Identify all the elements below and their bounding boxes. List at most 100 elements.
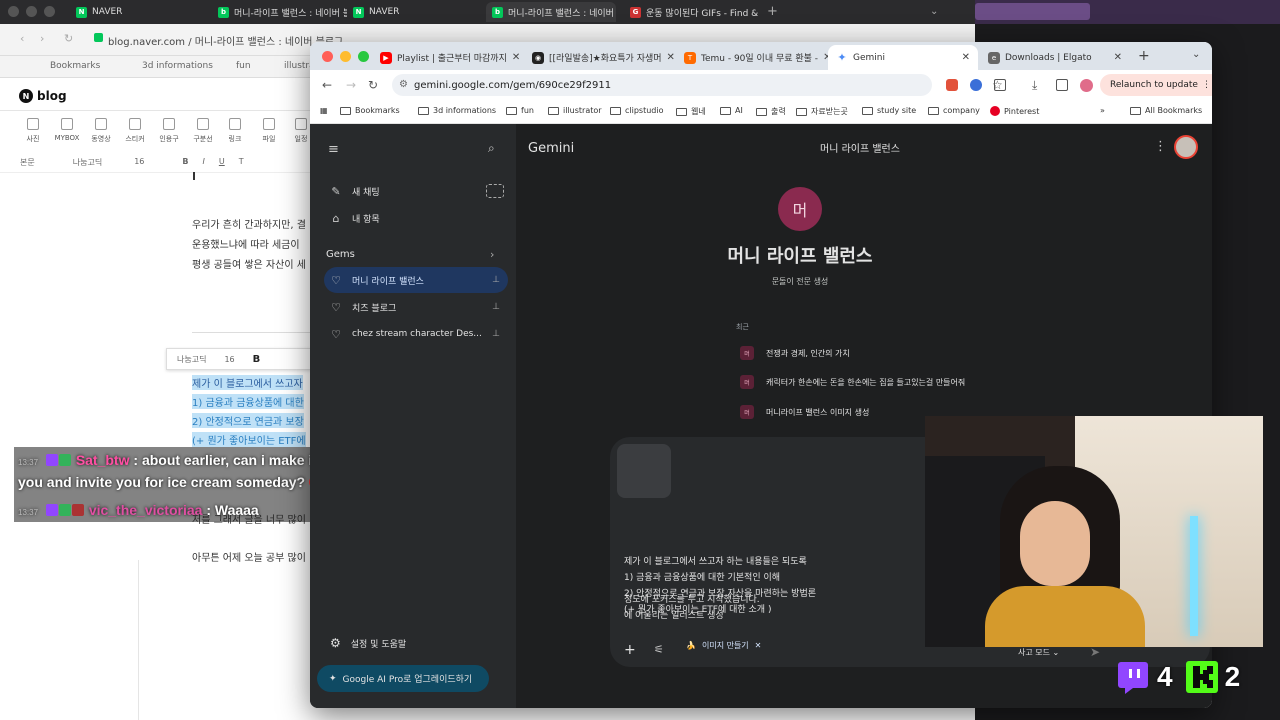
all-bookmarks[interactable]: All Bookmarks [1130,106,1202,115]
new-tab-button[interactable]: + [1138,48,1150,64]
prompt-text-line[interactable]: 제가 이 블로그에서 쓰고자 하는 내용들은 되도록 [624,554,807,567]
pin-icon[interactable]: ⊥ [492,275,500,285]
download-icon[interactable]: ⤓ [1032,78,1037,93]
bg-tab-4[interactable]: b머니-라이프 밸런스 : 네이버 블로 [486,2,616,22]
minimize-window-icon[interactable] [340,51,351,62]
close-tab-icon[interactable]: ✕ [962,52,970,63]
selected-line[interactable]: 제가 이 블로그에서 쓰고자 [192,375,303,390]
tool-mybox[interactable]: MYBOX [50,118,84,142]
more-bookmarks-icon[interactable]: » [1100,106,1105,115]
bookmark-item[interactable]: AI [720,106,743,115]
style-select[interactable]: 본문 [20,157,35,168]
bg-url[interactable]: blog.naver.com / 머니-라이프 밸런스 : 네이버 블로그 [108,33,343,48]
search-icon[interactable]: ⌕ [488,141,495,156]
close-chip-icon[interactable]: ✕ [755,641,762,650]
recent-chat-item[interactable]: 머 캐릭터가 한손에는 돈을 한손에는 집을 들고있는걸 만들어줘 [740,375,965,389]
forward-icon[interactable]: › [40,32,44,45]
chevron-right-icon[interactable]: › [490,248,494,261]
blog-paragraph-line[interactable]: 평생 공들여 쌓은 자산이 세 [192,256,306,271]
bookmark-item[interactable]: 웹네 [676,106,706,117]
font-select[interactable]: 나눔고딕 [73,157,102,168]
extension-icon[interactable] [970,79,982,91]
create-image-chip[interactable]: 🍌 이미지 만들기 ✕ [686,640,761,651]
extensions-puzzle-icon[interactable] [994,79,1006,91]
close-tab-icon[interactable]: ✕ [512,52,520,63]
bookmark-item[interactable]: clipstudio [610,106,664,115]
prompt-text-line[interactable]: 에 어울리는 일러스트 생성 [624,608,724,621]
pin-icon[interactable]: ⊥ [492,302,500,312]
tab-search-chevron-icon[interactable]: ⌄ [1192,49,1200,60]
tool-video[interactable]: 동영상 [84,118,118,144]
pin-icon[interactable]: ⊥ [492,329,500,339]
profile-avatar[interactable] [1080,79,1093,92]
gem-item-chez-stream[interactable]: ♡ chez stream character Des... ⊥ [324,321,508,347]
tool-link[interactable]: 링크 [218,118,252,144]
reload-icon[interactable]: ↻ [64,32,73,45]
back-icon[interactable]: ← [322,78,332,92]
settings-and-help[interactable]: ⚙ 설정 및 도움말 [330,636,406,650]
prompt-text-line[interactable]: 정도에 포커스를 두고 시작했습니다. [624,592,760,605]
size-select[interactable]: 16 [134,157,144,168]
close-tab-icon[interactable]: ✕ [1114,52,1122,63]
bg-bookmark[interactable]: 3d informations [142,61,213,71]
account-avatar[interactable] [1174,135,1198,159]
apps-grid-icon[interactable]: ▦ [320,106,328,115]
side-panel-icon[interactable] [1056,79,1068,91]
bg-tab-1[interactable]: N NAVER [70,2,210,22]
gem-item-money-life-balance[interactable]: ♡ 머니 라이프 밸런스 ⊥ [324,267,508,293]
tools-icon[interactable]: ⚟ [654,643,664,656]
bookmark-item[interactable]: 자료받는곳 [796,106,848,117]
bookmark-item[interactable]: 출력 [756,106,786,117]
address-bar[interactable]: ⚙ gemini.google.com/gem/690ce29f2911 ☆ [392,74,1003,96]
bookmark-item[interactable]: Pinterest [990,106,1039,116]
relaunch-to-update-button[interactable]: Relaunch to update ⋮ [1100,74,1212,96]
forward-icon[interactable]: → [346,78,356,92]
gem-item-cheese-blog[interactable]: ♡ 치즈 블로그 ⊥ [324,294,508,320]
site-settings-icon[interactable]: ⚙ [399,79,408,90]
prompt-text-line[interactable]: 1) 금융과 금융상품에 대한 기본적인 이해 [624,570,780,583]
bg-new-tab-button[interactable]: + [767,4,778,19]
gemini-logo-title[interactable]: Gemini [528,141,574,156]
extension-icon[interactable] [946,79,958,91]
bg-tab-3[interactable]: N NAVER [347,2,467,22]
blog-paragraph-line[interactable]: 우리가 흔히 간과하지만, 결 [192,216,306,231]
tool-divider[interactable]: 구분선 [186,118,220,144]
new-chat-button[interactable]: ✎ 새 채팅 [324,178,508,204]
selected-line[interactable]: (+ 뭔가 좋아보이는 ETF에 [192,432,306,447]
upgrade-button[interactable]: ✦ Google AI Pro로 업그레이드하기 [317,665,489,692]
bg-tab-2[interactable]: b 머니-라이프 밸런스 : 네이버 블로 [212,2,347,22]
tool-quote[interactable]: 인용구 [152,118,186,144]
more-vert-icon[interactable]: ⋮ [1154,139,1167,154]
bookmark-item[interactable]: Bookmarks [340,106,400,115]
tab-gemini[interactable]: ✦ Gemini ✕ [828,45,978,70]
blog-paragraph-line[interactable]: 아무튼 어제 오늘 공부 많이 [192,549,306,564]
bg-tab-5[interactable]: G운동 많이된다 GIFs - Find & Sh [624,2,759,22]
menu-icon[interactable]: ≡ [328,142,339,157]
gems-header[interactable]: Gems [326,249,355,260]
bookmark-item[interactable]: illustrator [548,106,602,115]
close-tab-icon[interactable]: ✕ [667,52,675,63]
tab-elgato[interactable]: e Downloads | Elgato ✕ [980,45,1130,70]
tab-shopping[interactable]: ◉ [[라일발송]★화요특가 자생머 ✕ [524,45,676,70]
font-select[interactable]: 나눔고딕 [177,354,206,365]
recent-chat-item[interactable]: 머 머니라이프 밸런스 이미지 생성 [740,405,869,419]
bookmark-item[interactable]: study site [862,106,916,115]
underline-button[interactable]: U [219,157,225,168]
bold-button[interactable]: B [182,157,188,168]
bg-tab-menu-icon[interactable]: ⌄ [930,6,938,17]
recent-chat-item[interactable]: 머 전쟁과 경제, 인간의 가치 [740,346,850,360]
bold-button[interactable]: B [253,354,261,365]
tool-file[interactable]: 파일 [252,118,286,144]
thinking-mode-select[interactable]: 사고 모드 ⌄ [1018,647,1059,658]
text-style-button[interactable]: T [239,157,244,168]
maximize-window-icon[interactable] [358,51,369,62]
tab-youtube-playlist[interactable]: ▶ Playlist | 출근부터 마감까지 ✕ [372,45,524,70]
add-attachment-icon[interactable]: + [624,642,636,658]
tool-sticker[interactable]: 스티커 [118,118,152,144]
bookmark-item[interactable]: company [928,106,980,115]
bookmark-item[interactable]: 3d informations [418,106,496,115]
bg-bookmark[interactable]: fun [236,61,251,71]
close-window-icon[interactable] [322,51,333,62]
bookmark-item[interactable]: fun [506,106,534,115]
blog-paragraph-line[interactable]: 운용했느냐에 따라 세금이 [192,236,300,251]
